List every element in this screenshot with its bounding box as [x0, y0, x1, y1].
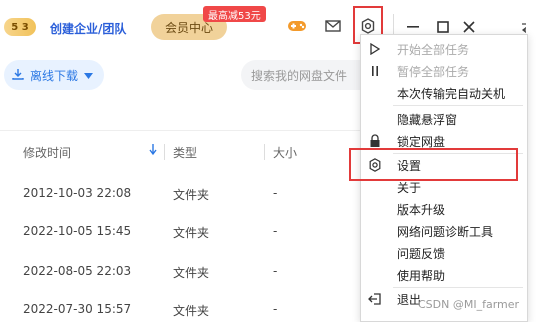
- menu-item-help[interactable]: 使用帮助: [397, 265, 445, 285]
- play-icon: [367, 41, 383, 57]
- column-modified-header[interactable]: 修改时间: [23, 144, 71, 161]
- offline-download-label: 离线下载: [30, 68, 79, 83]
- menu-item-feedback[interactable]: 问题反馈: [397, 243, 445, 263]
- vip-level-badge[interactable]: 5 3: [4, 18, 36, 36]
- column-divider[interactable]: [164, 144, 165, 160]
- caret-down-icon: [84, 68, 94, 82]
- size-cell: -: [273, 224, 278, 238]
- size-cell: -: [273, 264, 278, 278]
- menu-item-upgrade[interactable]: 版本升级: [397, 199, 445, 219]
- menu-divider: [393, 287, 523, 288]
- menu-item-pause-all[interactable]: 暂停全部任务: [397, 61, 469, 81]
- column-size-header[interactable]: 大小: [273, 144, 297, 161]
- type-cell: 文件夹: [173, 188, 210, 202]
- download-icon: [12, 68, 24, 83]
- watermark-text: CSDN @MI_farmer: [418, 298, 520, 311]
- promo-badge: 最高减53元: [203, 6, 266, 22]
- lock-icon: [367, 133, 383, 149]
- size-cell: -: [273, 302, 278, 316]
- column-type-header[interactable]: 类型: [173, 144, 197, 161]
- sort-arrow-icon[interactable]: [149, 144, 157, 159]
- offline-download-button[interactable]: 离线下载: [4, 60, 104, 90]
- exit-icon: [367, 291, 383, 307]
- column-divider[interactable]: [264, 144, 265, 160]
- game-controller-icon[interactable]: [285, 14, 309, 38]
- modified-cell: 2022-10-05 15:45: [23, 224, 132, 238]
- modified-cell: 2012-10-03 22:08: [23, 186, 132, 200]
- menu-item-auto-shutdown[interactable]: 本次传输完自动关机: [397, 83, 505, 103]
- modified-cell: 2022-07-30 15:57: [23, 302, 132, 316]
- create-enterprise-link[interactable]: 创建企业/团队: [50, 20, 126, 37]
- modified-cell: 2022-08-05 22:03: [23, 264, 132, 278]
- menu-item-hide-float[interactable]: 隐藏悬浮窗: [397, 109, 457, 129]
- type-cell: 文件夹: [173, 304, 210, 318]
- menu-divider: [393, 105, 523, 106]
- size-cell: -: [273, 186, 278, 200]
- settings-highlight-frame: [349, 148, 518, 181]
- type-cell: 文件夹: [173, 266, 210, 280]
- menu-item-start-all[interactable]: 开始全部任务: [397, 39, 469, 59]
- mail-icon[interactable]: [321, 14, 345, 38]
- type-cell: 文件夹: [173, 226, 210, 240]
- pause-icon: [367, 63, 383, 79]
- window-edge: [526, 0, 542, 322]
- menu-item-network-diagnosis[interactable]: 网络问题诊断工具: [397, 221, 493, 241]
